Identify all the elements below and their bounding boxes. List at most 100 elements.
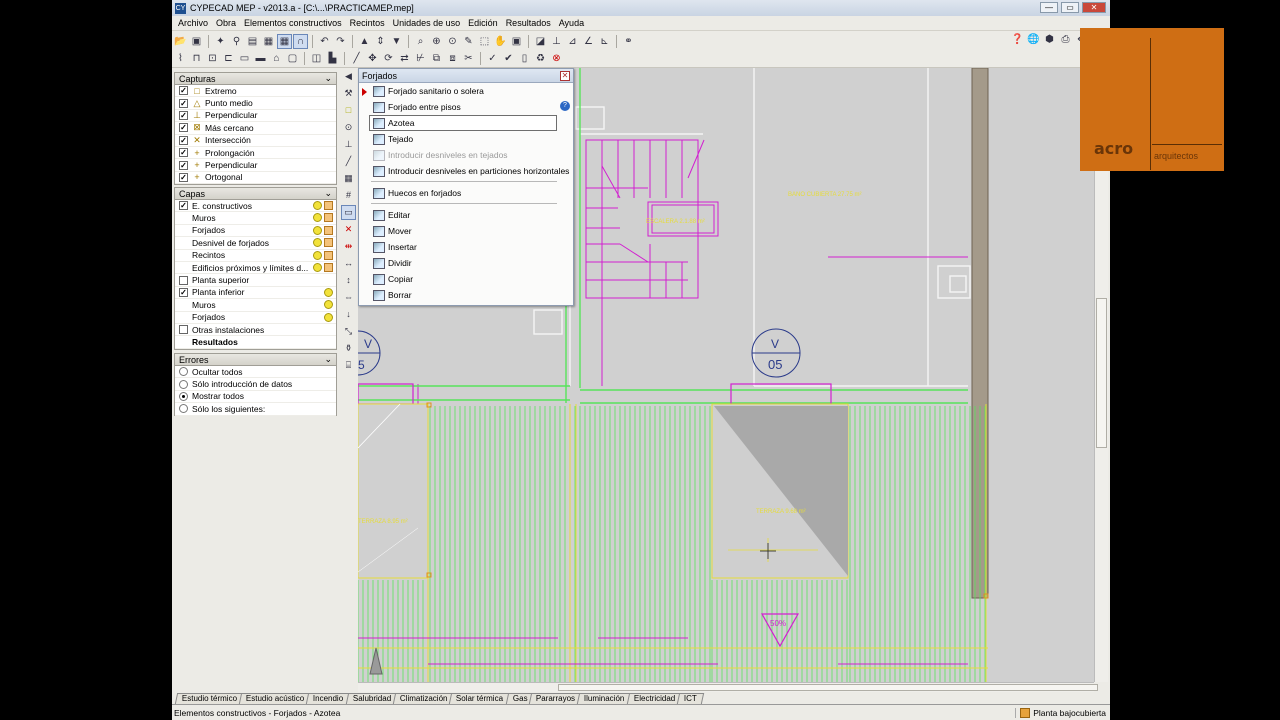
collapse-icon[interactable]: ⌄ bbox=[324, 188, 332, 199]
color-icon[interactable] bbox=[324, 213, 333, 223]
mirror-icon[interactable]: ⇄ bbox=[398, 52, 411, 65]
layer-item[interactable]: Forjados bbox=[175, 225, 336, 238]
errores-header[interactable]: Errores ⌄ bbox=[175, 354, 336, 366]
hatch-icon[interactable]: ▦ bbox=[342, 172, 355, 185]
grid-icon[interactable]: ▦ bbox=[262, 35, 275, 48]
select-icon[interactable]: ⬚ bbox=[478, 35, 491, 48]
menu-elementos-constructivos[interactable]: Elementos constructivos bbox=[240, 18, 346, 28]
scroll-thumb[interactable] bbox=[1096, 298, 1107, 448]
checkbox[interactable] bbox=[179, 98, 188, 108]
dimension-icon[interactable]: ⤡ bbox=[342, 325, 355, 338]
radio-button[interactable] bbox=[179, 379, 188, 389]
capture-item[interactable]: +Perpendicular bbox=[175, 159, 336, 172]
target-icon[interactable]: ⊙ bbox=[342, 121, 355, 134]
vertical-arrows-icon[interactable]: ↕ bbox=[342, 274, 355, 287]
wand-icon[interactable]: ✦ bbox=[214, 35, 227, 48]
tab-climatizacion[interactable]: Climatización bbox=[392, 693, 455, 704]
arrow-left-icon[interactable]: ◀ bbox=[342, 70, 355, 83]
visibility-icon[interactable] bbox=[313, 201, 322, 210]
cylinder-icon[interactable]: ⌸ bbox=[342, 359, 355, 372]
menu-recintos[interactable]: Recintos bbox=[346, 18, 389, 28]
tab-solar-termica[interactable]: Solar térmica bbox=[449, 693, 511, 704]
menu-item-huecos[interactable]: Huecos en forjados bbox=[359, 185, 573, 201]
menu-ayuda[interactable]: Ayuda bbox=[555, 18, 588, 28]
move-icon[interactable]: ✥ bbox=[366, 52, 379, 65]
help-icon[interactable]: ❓ bbox=[1011, 33, 1024, 46]
radio-button[interactable] bbox=[179, 391, 188, 401]
capture-item[interactable]: +Ortogonal bbox=[175, 172, 336, 185]
floor-updown-icon[interactable]: ⇕ bbox=[374, 35, 387, 48]
layer-item[interactable]: Desnivel de forjados bbox=[175, 237, 336, 250]
tab-iluminacion[interactable]: Iluminación bbox=[577, 693, 633, 704]
menu-obra[interactable]: Obra bbox=[212, 18, 240, 28]
capture-item[interactable]: ⊥Perpendicular bbox=[175, 110, 336, 123]
error-option[interactable]: Mostrar todos bbox=[175, 391, 336, 404]
close-icon[interactable]: ✕ bbox=[560, 71, 570, 81]
menu-item-copiar[interactable]: Copiar bbox=[359, 271, 573, 287]
cube-icon[interactable]: ⬢ bbox=[1043, 33, 1056, 46]
layer-item[interactable]: Edificios próximos y límites d... bbox=[175, 262, 336, 275]
tab-incendio[interactable]: Incendio bbox=[306, 693, 351, 704]
room-icon[interactable]: ◫ bbox=[310, 52, 323, 65]
line-icon[interactable]: ╱ bbox=[342, 155, 355, 168]
copy-icon[interactable]: ⧉ bbox=[430, 52, 443, 65]
door-icon[interactable]: ⊏ bbox=[222, 52, 235, 65]
layer-item[interactable]: E. constructivos bbox=[175, 200, 336, 213]
print-icon[interactable]: ⎙ bbox=[1059, 33, 1072, 46]
checkbox[interactable] bbox=[179, 172, 188, 182]
color-icon[interactable] bbox=[324, 201, 333, 210]
document-icon[interactable]: ▯ bbox=[518, 52, 531, 65]
menu-item-tejado[interactable]: Tejado bbox=[359, 131, 573, 147]
save-icon[interactable]: ▣ bbox=[190, 35, 203, 48]
color-icon[interactable] bbox=[324, 238, 333, 248]
check-icon[interactable]: ✓ bbox=[486, 52, 499, 65]
cancel-icon[interactable]: ⊗ bbox=[550, 52, 563, 65]
layer-item[interactable]: Forjados bbox=[175, 312, 336, 324]
ortho-icon[interactable]: ⊥ bbox=[342, 138, 355, 151]
close-button[interactable]: ✕ bbox=[1082, 2, 1106, 13]
collapse-icon[interactable]: ⌄ bbox=[324, 354, 332, 365]
redo-icon[interactable]: ↷ bbox=[334, 35, 347, 48]
tab-ict[interactable]: ICT bbox=[677, 693, 705, 704]
globe-icon[interactable]: 🌐 bbox=[1027, 33, 1040, 46]
layers-icon[interactable]: ▤ bbox=[246, 35, 259, 48]
visibility-icon[interactable] bbox=[324, 312, 333, 322]
view-3d-icon[interactable]: ◪ bbox=[534, 35, 547, 48]
ruler-icon[interactable]: ⊾ bbox=[598, 35, 611, 48]
floor-down-icon[interactable]: ▼ bbox=[390, 35, 403, 48]
square-icon[interactable]: □ bbox=[342, 104, 355, 117]
menu-item-dividir[interactable]: Dividir bbox=[359, 255, 573, 271]
menu-item-borrar[interactable]: Borrar bbox=[359, 287, 573, 303]
layer-item[interactable]: Resultados bbox=[175, 336, 336, 349]
slab-icon[interactable]: ▬ bbox=[254, 52, 267, 65]
radio-button[interactable] bbox=[179, 404, 188, 414]
magnet-icon[interactable]: ∩ bbox=[293, 33, 308, 49]
menu-item-desniveles-tejados[interactable]: Introducir desniveles en tejados bbox=[359, 147, 573, 163]
zoom-icon[interactable]: ⊙ bbox=[446, 35, 459, 48]
maximize-button[interactable]: ▭ bbox=[1061, 2, 1079, 13]
horizontal-arrows-icon[interactable]: ↔ bbox=[342, 257, 355, 270]
refresh-icon[interactable]: ♻ bbox=[534, 52, 547, 65]
minimize-button[interactable]: — bbox=[1040, 2, 1058, 13]
checkbox[interactable] bbox=[179, 287, 188, 297]
current-floor[interactable]: Planta bajocubierta bbox=[1015, 708, 1106, 718]
error-option[interactable]: Sólo los siguientes: bbox=[175, 403, 336, 416]
tab-salubridad[interactable]: Salubridad bbox=[345, 693, 399, 704]
opening-icon[interactable]: ▢ bbox=[286, 52, 299, 65]
layer-item[interactable]: Planta superior bbox=[175, 274, 336, 287]
checkbox[interactable] bbox=[179, 201, 188, 211]
capturas-header[interactable]: Capturas ⌄ bbox=[175, 73, 336, 85]
visibility-icon[interactable] bbox=[313, 225, 322, 235]
capture-item[interactable]: ⊠Más cercano bbox=[175, 122, 336, 135]
menu-item-editar[interactable]: Editar bbox=[359, 207, 573, 223]
axes-icon[interactable]: ⊥ bbox=[550, 35, 563, 48]
menu-item-desniveles-particiones[interactable]: Introducir desniveles en particiones hor… bbox=[359, 163, 573, 179]
menu-item-azotea[interactable]: Azotea bbox=[369, 115, 557, 131]
capture-item[interactable]: +Prolongación bbox=[175, 147, 336, 160]
offset-icon[interactable]: ⧈ bbox=[446, 52, 459, 65]
check-double-icon[interactable]: ✔ bbox=[502, 52, 515, 65]
checkbox[interactable] bbox=[179, 325, 188, 335]
floor-up-icon[interactable]: ▲ bbox=[358, 35, 371, 48]
bottle-icon[interactable]: ⚱ bbox=[342, 342, 355, 355]
capture-item[interactable]: △Punto medio bbox=[175, 97, 336, 110]
